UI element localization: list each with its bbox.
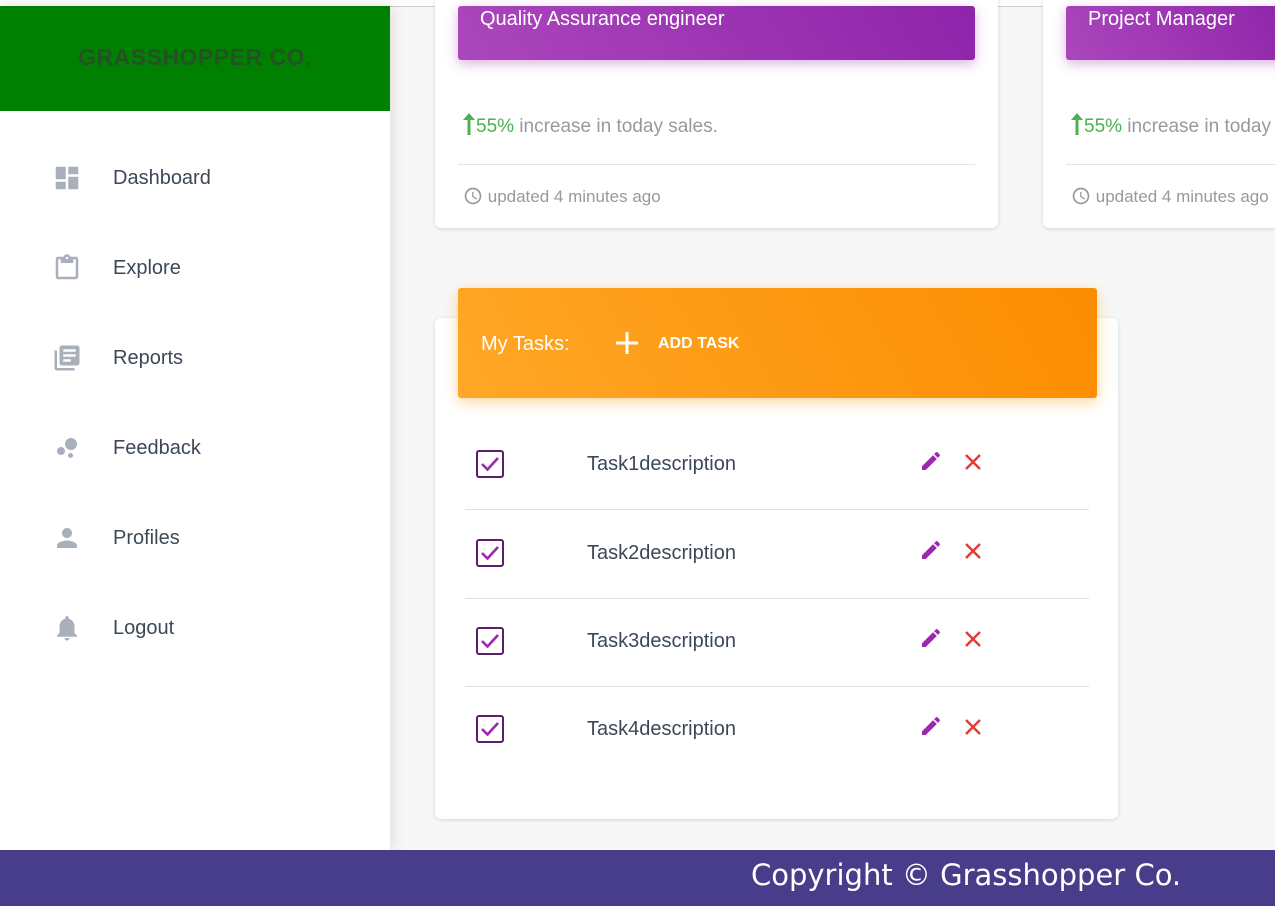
bell-icon xyxy=(57,616,77,641)
task-description: Task1description xyxy=(587,453,736,475)
check-icon xyxy=(481,634,499,649)
tasks-title: My Tasks: xyxy=(481,333,570,355)
delete-icon[interactable] xyxy=(962,540,984,562)
updated-text: updated 4 minutes ago xyxy=(487,187,661,206)
clock-icon xyxy=(464,187,482,205)
delete-icon[interactable] xyxy=(962,628,984,650)
task-row: Task3description xyxy=(465,598,1089,686)
sidebar-item-label: Feedback xyxy=(113,437,201,459)
clipboard-icon xyxy=(55,254,79,280)
card-header-pm: Project Manager xyxy=(1066,6,1275,60)
brand-header: GRASSHOPPER CO. xyxy=(0,6,390,111)
card-footer: updated 4 minutes ago xyxy=(463,186,661,207)
task-row: Task2description xyxy=(465,510,1089,598)
check-icon xyxy=(481,457,499,472)
tasks-header: My Tasks: ADD TASK xyxy=(458,288,1097,398)
delete-icon[interactable] xyxy=(962,451,984,473)
card-header-qa: Quality Assurance engineer xyxy=(458,6,975,60)
card-divider xyxy=(1066,164,1275,165)
sidebar-item-profiles[interactable]: Profiles xyxy=(0,509,390,569)
dashboard-icon xyxy=(55,166,79,190)
card-stat: 55% increase in today sales. xyxy=(462,113,718,138)
task-checkbox[interactable] xyxy=(476,450,504,478)
arrow-up-icon xyxy=(463,113,475,135)
sidebar-item-dashboard[interactable]: Dashboard xyxy=(0,149,390,209)
add-task-label: ADD TASK xyxy=(658,335,740,352)
card-title: Quality Assurance engineer xyxy=(480,8,725,30)
arrow-up-icon xyxy=(1071,113,1083,135)
plus-icon xyxy=(616,332,638,354)
updated-text: updated 4 minutes ago xyxy=(1095,187,1269,206)
edit-icon[interactable] xyxy=(919,538,943,562)
card-stat: 55% increase in today sales. xyxy=(1070,113,1275,138)
sidebar-item-feedback[interactable]: Feedback xyxy=(0,419,390,479)
edit-icon[interactable] xyxy=(919,626,943,650)
card-title: Project Manager xyxy=(1088,8,1235,30)
clock-icon xyxy=(1072,187,1090,205)
sidebar-item-explore[interactable]: Explore xyxy=(0,239,390,299)
delete-icon[interactable] xyxy=(962,716,984,738)
sidebar-item-label: Logout xyxy=(113,617,175,639)
task-checkbox[interactable] xyxy=(476,715,504,743)
stat-text: increase in today sales. xyxy=(1127,116,1275,137)
sidebar-item-label: Explore xyxy=(113,257,181,279)
brand-name[interactable]: GRASSHOPPER CO. xyxy=(0,44,390,71)
task-description: Task3description xyxy=(587,630,736,652)
sidebar-item-reports[interactable]: Reports xyxy=(0,329,390,389)
edit-icon[interactable] xyxy=(919,714,943,738)
library-books-icon xyxy=(54,345,80,371)
task-row: Task4description xyxy=(465,686,1089,774)
sidebar: GRASSHOPPER CO. Dashboard Explore Report… xyxy=(0,6,390,850)
task-row: Task1description xyxy=(465,421,1089,509)
task-checkbox[interactable] xyxy=(476,539,504,567)
stat-percentage: 55% xyxy=(1084,116,1123,137)
add-task-button[interactable]: ADD TASK xyxy=(610,326,750,360)
sidebar-item-label: Reports xyxy=(113,347,184,369)
check-icon xyxy=(481,546,499,561)
stat-percentage: 55% xyxy=(476,116,515,137)
person-icon xyxy=(57,528,77,548)
footer: Copyright © Grasshopper Co. xyxy=(0,850,1275,906)
stat-text: increase in today sales. xyxy=(514,116,718,137)
sidebar-item-label: Profiles xyxy=(113,527,180,549)
task-description: Task2description xyxy=(587,542,736,564)
edit-icon[interactable] xyxy=(919,449,943,473)
task-description: Task4description xyxy=(587,718,736,740)
check-icon xyxy=(481,722,499,737)
task-checkbox[interactable] xyxy=(476,627,504,655)
copyright-text: Copyright © Grasshopper Co. xyxy=(751,858,1182,892)
sidebar-item-logout[interactable]: Logout xyxy=(0,599,390,659)
card-divider xyxy=(458,164,975,165)
bubbles-icon xyxy=(57,438,77,458)
card-footer: updated 4 minutes ago xyxy=(1071,186,1269,207)
sidebar-item-label: Dashboard xyxy=(113,167,211,189)
